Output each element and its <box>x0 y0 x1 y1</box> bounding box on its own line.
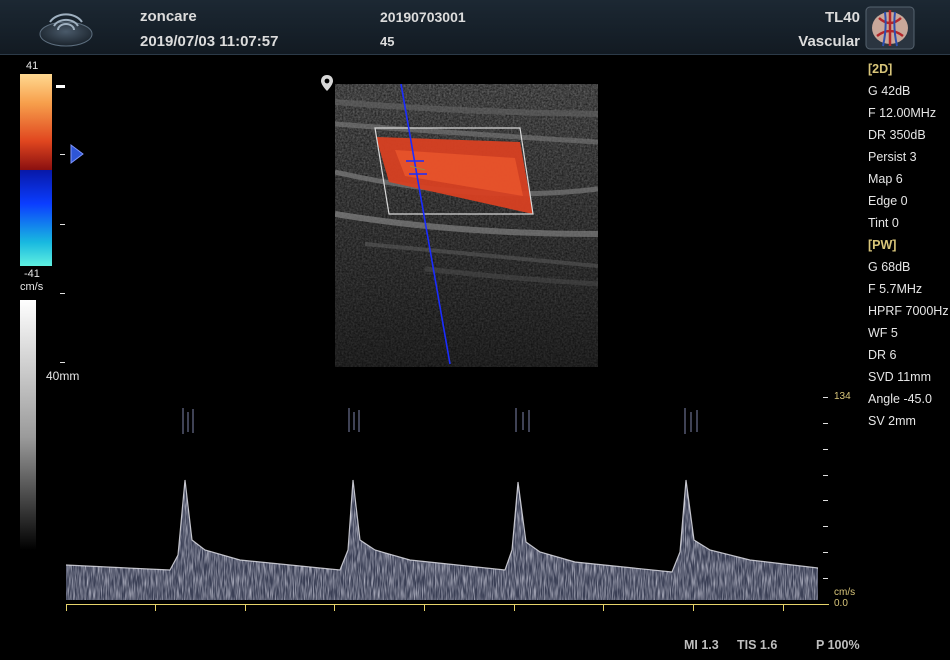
param-item: F 12.00MHz <box>868 106 937 120</box>
thermal-index: TIS 1.6 <box>737 638 778 652</box>
time-tick <box>693 604 694 611</box>
param-item: HPRF 7000Hz <box>868 304 949 318</box>
param-item: G 68dB <box>868 260 911 274</box>
spectral-doppler-trace[interactable] <box>60 400 830 605</box>
depth-tick <box>60 154 65 155</box>
velocity-tick <box>823 397 828 398</box>
probe-logo-icon <box>39 13 93 47</box>
time-tick <box>155 604 156 611</box>
time-tick <box>245 604 246 611</box>
velocity-tick <box>823 449 828 450</box>
velocity-scale-zero: 0.0 <box>834 598 848 609</box>
velocity-tick <box>823 475 828 476</box>
exam-datetime: 2019/07/03 11:07:57 <box>140 33 279 50</box>
focus-pointer-icon[interactable] <box>70 144 84 164</box>
color-scale-unit: cm/s <box>20 281 44 293</box>
param-item: Tint 0 <box>868 216 899 230</box>
color-scale-negative <box>20 170 52 266</box>
frame-number: 45 <box>380 34 395 49</box>
time-tick <box>66 604 67 611</box>
vascular-anatomy-icon[interactable] <box>865 6 915 50</box>
focus-marker <box>56 85 65 88</box>
velocity-tick <box>823 526 828 527</box>
time-tick <box>603 604 604 611</box>
velocity-tick <box>823 578 828 579</box>
depth-tick <box>60 293 65 294</box>
param-item: Angle -45.0 <box>868 392 932 406</box>
color-scale-bottom-value: -41 <box>24 268 40 280</box>
time-tick <box>514 604 515 611</box>
time-tick <box>783 604 784 611</box>
color-scale-positive <box>20 74 52 170</box>
param-item: Map 6 <box>868 172 903 186</box>
velocity-tick <box>823 423 828 424</box>
param-item: DR 350dB <box>868 128 926 142</box>
time-tick <box>424 604 425 611</box>
probe-name: TL40 <box>824 9 860 26</box>
param-item: G 42dB <box>868 84 911 98</box>
location-pin-icon[interactable] <box>320 74 334 92</box>
gray-scale-bar <box>20 300 36 550</box>
param-item: SVD 11mm <box>868 370 931 384</box>
brand-name: zoncare <box>140 8 197 25</box>
depth-tick <box>60 362 65 363</box>
velocity-scale-unit: cm/s <box>834 587 856 598</box>
depth-tick <box>60 224 65 225</box>
param-section-header: [PW] <box>868 238 897 252</box>
b-mode-image[interactable] <box>335 84 598 367</box>
param-item: SV 2mm <box>868 414 916 428</box>
param-item: Persist 3 <box>868 150 917 164</box>
depth-label: 40mm <box>46 369 80 383</box>
patient-id: 20190703001 <box>380 9 466 25</box>
param-item: Edge 0 <box>868 194 908 208</box>
preset-name: Vascular <box>798 33 860 50</box>
param-section-header: [2D] <box>868 62 893 76</box>
param-item: WF 5 <box>868 326 898 340</box>
acoustic-power: P 100% <box>816 638 860 652</box>
velocity-tick <box>823 552 828 553</box>
mechanical-index: MI 1.3 <box>684 638 719 652</box>
param-item: DR 6 <box>868 348 897 362</box>
velocity-scale-max: 134 <box>834 391 851 402</box>
param-item: F 5.7MHz <box>868 282 923 296</box>
color-scale-top-value: 41 <box>26 60 39 72</box>
velocity-tick <box>823 500 828 501</box>
doppler-baseline[interactable] <box>66 604 829 605</box>
time-tick <box>334 604 335 611</box>
